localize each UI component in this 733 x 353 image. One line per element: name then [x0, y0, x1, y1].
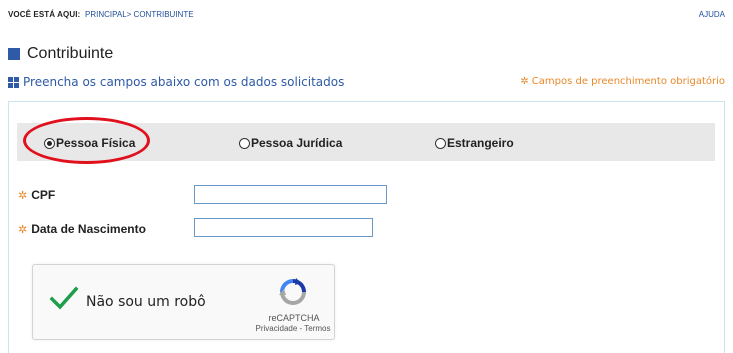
required-star-icon: ✲ — [18, 188, 28, 202]
breadcrumb-home-link[interactable]: PRINCIPAL — [85, 10, 127, 19]
cpf-input[interactable] — [194, 185, 387, 204]
required-fields-note: ✲ Campos de preenchimento obrigatório — [520, 76, 725, 87]
page-header: Contribuinte — [8, 44, 113, 64]
breadcrumb-current[interactable]: CONTRIBUINTE — [134, 10, 194, 19]
privacy-link[interactable]: Privacidade — [255, 324, 297, 333]
required-star-icon: ✲ — [18, 222, 28, 236]
birth-date-label: Data de Nascimento — [31, 222, 146, 236]
page-title: Contribuinte — [27, 45, 114, 62]
radio-pessoa-juridica[interactable]: Pessoa Jurídica — [239, 136, 342, 150]
birth-date-label-row: ✲ Data de Nascimento — [18, 219, 146, 239]
recaptcha-label: Não sou um robô — [86, 294, 206, 310]
person-type-radio-group: Pessoa Física Pessoa Jurídica Estrangeir… — [17, 123, 715, 161]
cpf-label: CPF — [31, 188, 56, 202]
instructions-row: Preencha os campos abaixo com os dados s… — [8, 74, 344, 90]
recaptcha-widget: Não sou um robô reCAPTCHA Privacidade - … — [32, 264, 335, 340]
location-label: VOCÊ ESTÁ AQUI: — [8, 10, 81, 19]
recaptcha-checkbox[interactable] — [49, 285, 79, 311]
title-square-icon — [8, 48, 20, 60]
breadcrumb-separator: > — [126, 10, 132, 19]
birth-date-input[interactable] — [194, 218, 373, 237]
help-link[interactable]: AJUDA — [699, 10, 725, 19]
checkmark-icon — [49, 286, 79, 310]
page-subtitle: Preencha os campos abaixo com os dados s… — [23, 75, 345, 89]
cpf-label-row: ✲ CPF — [18, 185, 55, 205]
radio-unchecked-icon[interactable] — [435, 137, 446, 149]
terms-link[interactable]: Termos — [304, 324, 330, 333]
recaptcha-logo-icon — [277, 276, 309, 308]
radio-label: Pessoa Jurídica — [251, 136, 343, 150]
grid-icon — [8, 76, 19, 88]
radio-label: Pessoa Física — [56, 136, 136, 150]
radio-unchecked-icon[interactable] — [239, 137, 250, 149]
required-star-icon: ✲ — [520, 76, 529, 87]
breadcrumb: PRINCIPAL> CONTRIBUINTE — [85, 10, 194, 19]
radio-label: Estrangeiro — [447, 136, 514, 150]
radio-estrangeiro[interactable]: Estrangeiro — [435, 136, 514, 150]
radio-pessoa-fisica[interactable]: Pessoa Física — [44, 136, 135, 150]
top-breadcrumb-bar: VOCÊ ESTÁ AQUI: PRINCIPAL> CONTRIBUINTE … — [0, 0, 733, 28]
recaptcha-brand: reCAPTCHA — [268, 313, 320, 323]
radio-checked-icon[interactable] — [44, 137, 55, 149]
required-note-text: Campos de preenchimento obrigatório — [531, 76, 725, 87]
recaptcha-links: Privacidade - Termos — [238, 324, 348, 333]
